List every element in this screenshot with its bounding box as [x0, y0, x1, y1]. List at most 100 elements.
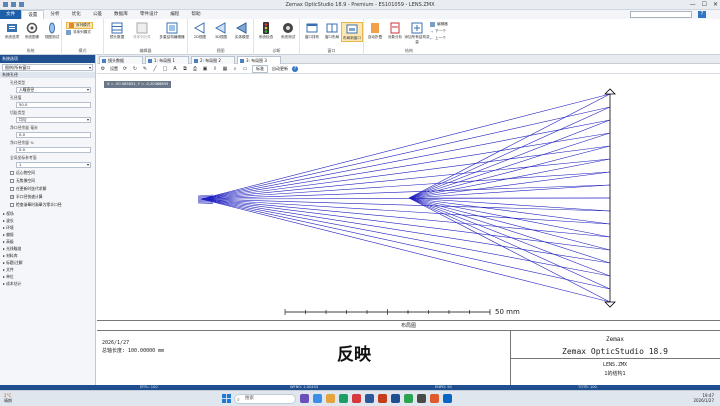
tree-item-fields[interactable]: ▸ 视场	[3, 211, 95, 217]
app-icon[interactable]	[365, 394, 374, 403]
checkbox-fast-semi-dia[interactable]: ✓ 半口径快速计算	[10, 194, 95, 200]
settings-icon[interactable]: ⚙	[100, 66, 106, 72]
close-button[interactable]: ✕	[713, 1, 718, 8]
view-3d-button[interactable]: 3D视图	[210, 22, 232, 40]
window-arrange-button[interactable]: 窗口排布	[301, 22, 323, 40]
checkbox-iterate[interactable]: 在更新时迭代求解	[10, 186, 95, 192]
structure-editor-button[interactable]: 编辑器	[430, 22, 448, 27]
window-icon[interactable]: ▭	[242, 66, 248, 72]
zoom-icon[interactable]: ⌕	[232, 66, 238, 72]
window-layout-button[interactable]: 窗口布局	[321, 22, 343, 40]
checkbox-afocal[interactable]: 无焦像空间	[10, 178, 95, 184]
clear-pct-field[interactable]: 0.0	[16, 147, 91, 153]
tab-analyze[interactable]: 分析	[44, 10, 65, 19]
object-analysis-button[interactable]: 对象分析	[384, 22, 406, 40]
lens-data-button[interactable]: 镜头数据	[106, 22, 128, 40]
help-icon[interactable]: ?	[698, 11, 706, 18]
auto-fold-button[interactable]: 自动折叠	[364, 22, 386, 40]
app-icon[interactable]	[352, 394, 361, 403]
add-config-vars-button[interactable]: 添加所有结构变量	[404, 22, 430, 45]
app-icon[interactable]	[313, 394, 322, 403]
auto-update-button[interactable]: 自动更新	[272, 66, 288, 72]
system-test-button[interactable]: 系统测试	[277, 22, 299, 40]
checkbox-box[interactable]	[10, 187, 14, 191]
minimize-button[interactable]: —	[690, 1, 696, 8]
tab-part-designer[interactable]: 零件设计	[134, 10, 164, 19]
tab-libraries[interactable]: 数据库	[108, 10, 134, 19]
app-icon[interactable]	[300, 394, 309, 403]
app-icon[interactable]	[339, 394, 348, 403]
app-icon[interactable]	[443, 394, 452, 403]
system-image-button[interactable]: 系统图像	[21, 22, 43, 40]
tree-item-units[interactable]: ▸ 单位	[3, 274, 95, 280]
grid-icon[interactable]: ▦	[222, 66, 228, 72]
prev-config-button[interactable]: ← 上一个	[430, 36, 446, 41]
checkbox-vignetting[interactable]: 检查渐晕时渐晕为零半口径	[10, 202, 95, 208]
aperture-type-select[interactable]: 入瞳直径	[16, 87, 91, 93]
help-circle-icon[interactable]: ?	[292, 65, 298, 72]
layout-canvas[interactable]: 50 mm	[97, 74, 720, 320]
weather-widget[interactable]: 2°C 晴朗	[4, 393, 12, 403]
nonsequential-mode-button[interactable]: 非序列模式	[66, 30, 91, 35]
shaded-model-button[interactable]: 实体模型	[231, 22, 253, 40]
tab-help[interactable]: 帮助	[185, 10, 206, 19]
taskbar-search[interactable]: ⌕ 搜索	[234, 394, 296, 404]
app-icon[interactable]	[417, 394, 426, 403]
zemax-app-icon[interactable]	[391, 394, 400, 403]
save-image-icon[interactable]: ▣	[202, 66, 208, 72]
tree-item-ray-aiming[interactable]: ▸ 光线瞄准	[3, 246, 95, 252]
view-test-button[interactable]: 视图测试	[41, 22, 63, 40]
system-options-button[interactable]: 系统选项	[1, 22, 23, 40]
new-layout-window-button[interactable]: 布局新窗口	[341, 22, 363, 42]
settings-button[interactable]: 设置	[110, 66, 118, 72]
global-ref-select[interactable]: 1	[16, 162, 91, 168]
nsc-editor-button[interactable]: 非序列元件	[131, 22, 153, 40]
maximize-button[interactable]: ☐	[702, 1, 707, 8]
tree-item-material-catalogs[interactable]: ▸ 材料库	[3, 253, 95, 259]
refresh-icon[interactable]: ⟳	[122, 66, 128, 72]
tree-item-environment[interactable]: ▸ 环境	[3, 225, 95, 231]
mce-button[interactable]: 多重结构编辑器	[158, 22, 186, 40]
line-icon[interactable]: ╱	[152, 66, 158, 72]
tab-tolerance[interactable]: 公差	[87, 10, 108, 19]
checkbox-box[interactable]	[10, 179, 14, 183]
system-check-button[interactable]: 系统检查	[255, 22, 277, 40]
aperture-section-header[interactable]: 系统孔径	[0, 72, 95, 78]
draw-icon[interactable]: ✎	[142, 66, 148, 72]
tab-layout-2[interactable]: 2: 布局图 2	[191, 56, 235, 64]
folder-icon[interactable]	[326, 394, 335, 403]
clear-margin-field[interactable]: 0.0	[16, 132, 91, 138]
tree-item-advanced[interactable]: ▸ 高级	[3, 239, 95, 245]
tree-item-cost-estimator[interactable]: ▸ 成本估计	[3, 281, 95, 287]
system-tray[interactable]: 19:47 2026/1/27	[693, 393, 714, 403]
rotate-icon[interactable]: ↻	[132, 66, 138, 72]
standard-dropdown[interactable]: 标准	[252, 64, 268, 73]
checkbox-box-checked[interactable]: ✓	[10, 195, 14, 199]
tree-item-wavelengths[interactable]: ▸ 波长	[3, 218, 95, 224]
tab-layout-1[interactable]: 1: 布局图 1	[145, 56, 189, 64]
sequential-mode-button[interactable]: 序列模式	[66, 22, 94, 29]
tab-programming[interactable]: 编程	[164, 10, 185, 19]
app-icon[interactable]	[430, 394, 439, 403]
tree-item-title-notes[interactable]: ▸ 标题/注解	[3, 260, 95, 266]
tab-setup[interactable]: 设置	[21, 10, 45, 19]
view-2d-button[interactable]: 2D视图	[189, 22, 211, 40]
checkbox-telecentric[interactable]: 远心物空间	[10, 170, 95, 176]
explorer-scope-dropdown[interactable]: 图例/所有窗口	[2, 64, 93, 71]
export-icon[interactable]: ⇪	[212, 66, 218, 72]
print-icon[interactable]: ⎙	[192, 66, 198, 72]
rectangle-icon[interactable]: □	[162, 66, 168, 72]
app-icon[interactable]	[404, 394, 413, 403]
text-icon[interactable]: A	[172, 66, 178, 72]
next-config-button[interactable]: → 下一个	[430, 29, 446, 34]
checkbox-box[interactable]	[10, 171, 14, 175]
copy-icon[interactable]: ⧉	[182, 66, 188, 72]
tab-optimize[interactable]: 优化	[66, 10, 87, 19]
apodization-select[interactable]: 均匀	[16, 117, 91, 123]
checkbox-box[interactable]	[10, 203, 14, 207]
tree-item-polarization[interactable]: ▸ 偏振	[3, 232, 95, 238]
tree-item-files[interactable]: ▸ 文件	[3, 267, 95, 273]
tab-layout-3[interactable]: 3: 布局图 3	[237, 56, 281, 64]
tab-lens-data[interactable]: 镜头数据	[99, 56, 143, 64]
tab-file[interactable]: 文件	[0, 10, 22, 19]
